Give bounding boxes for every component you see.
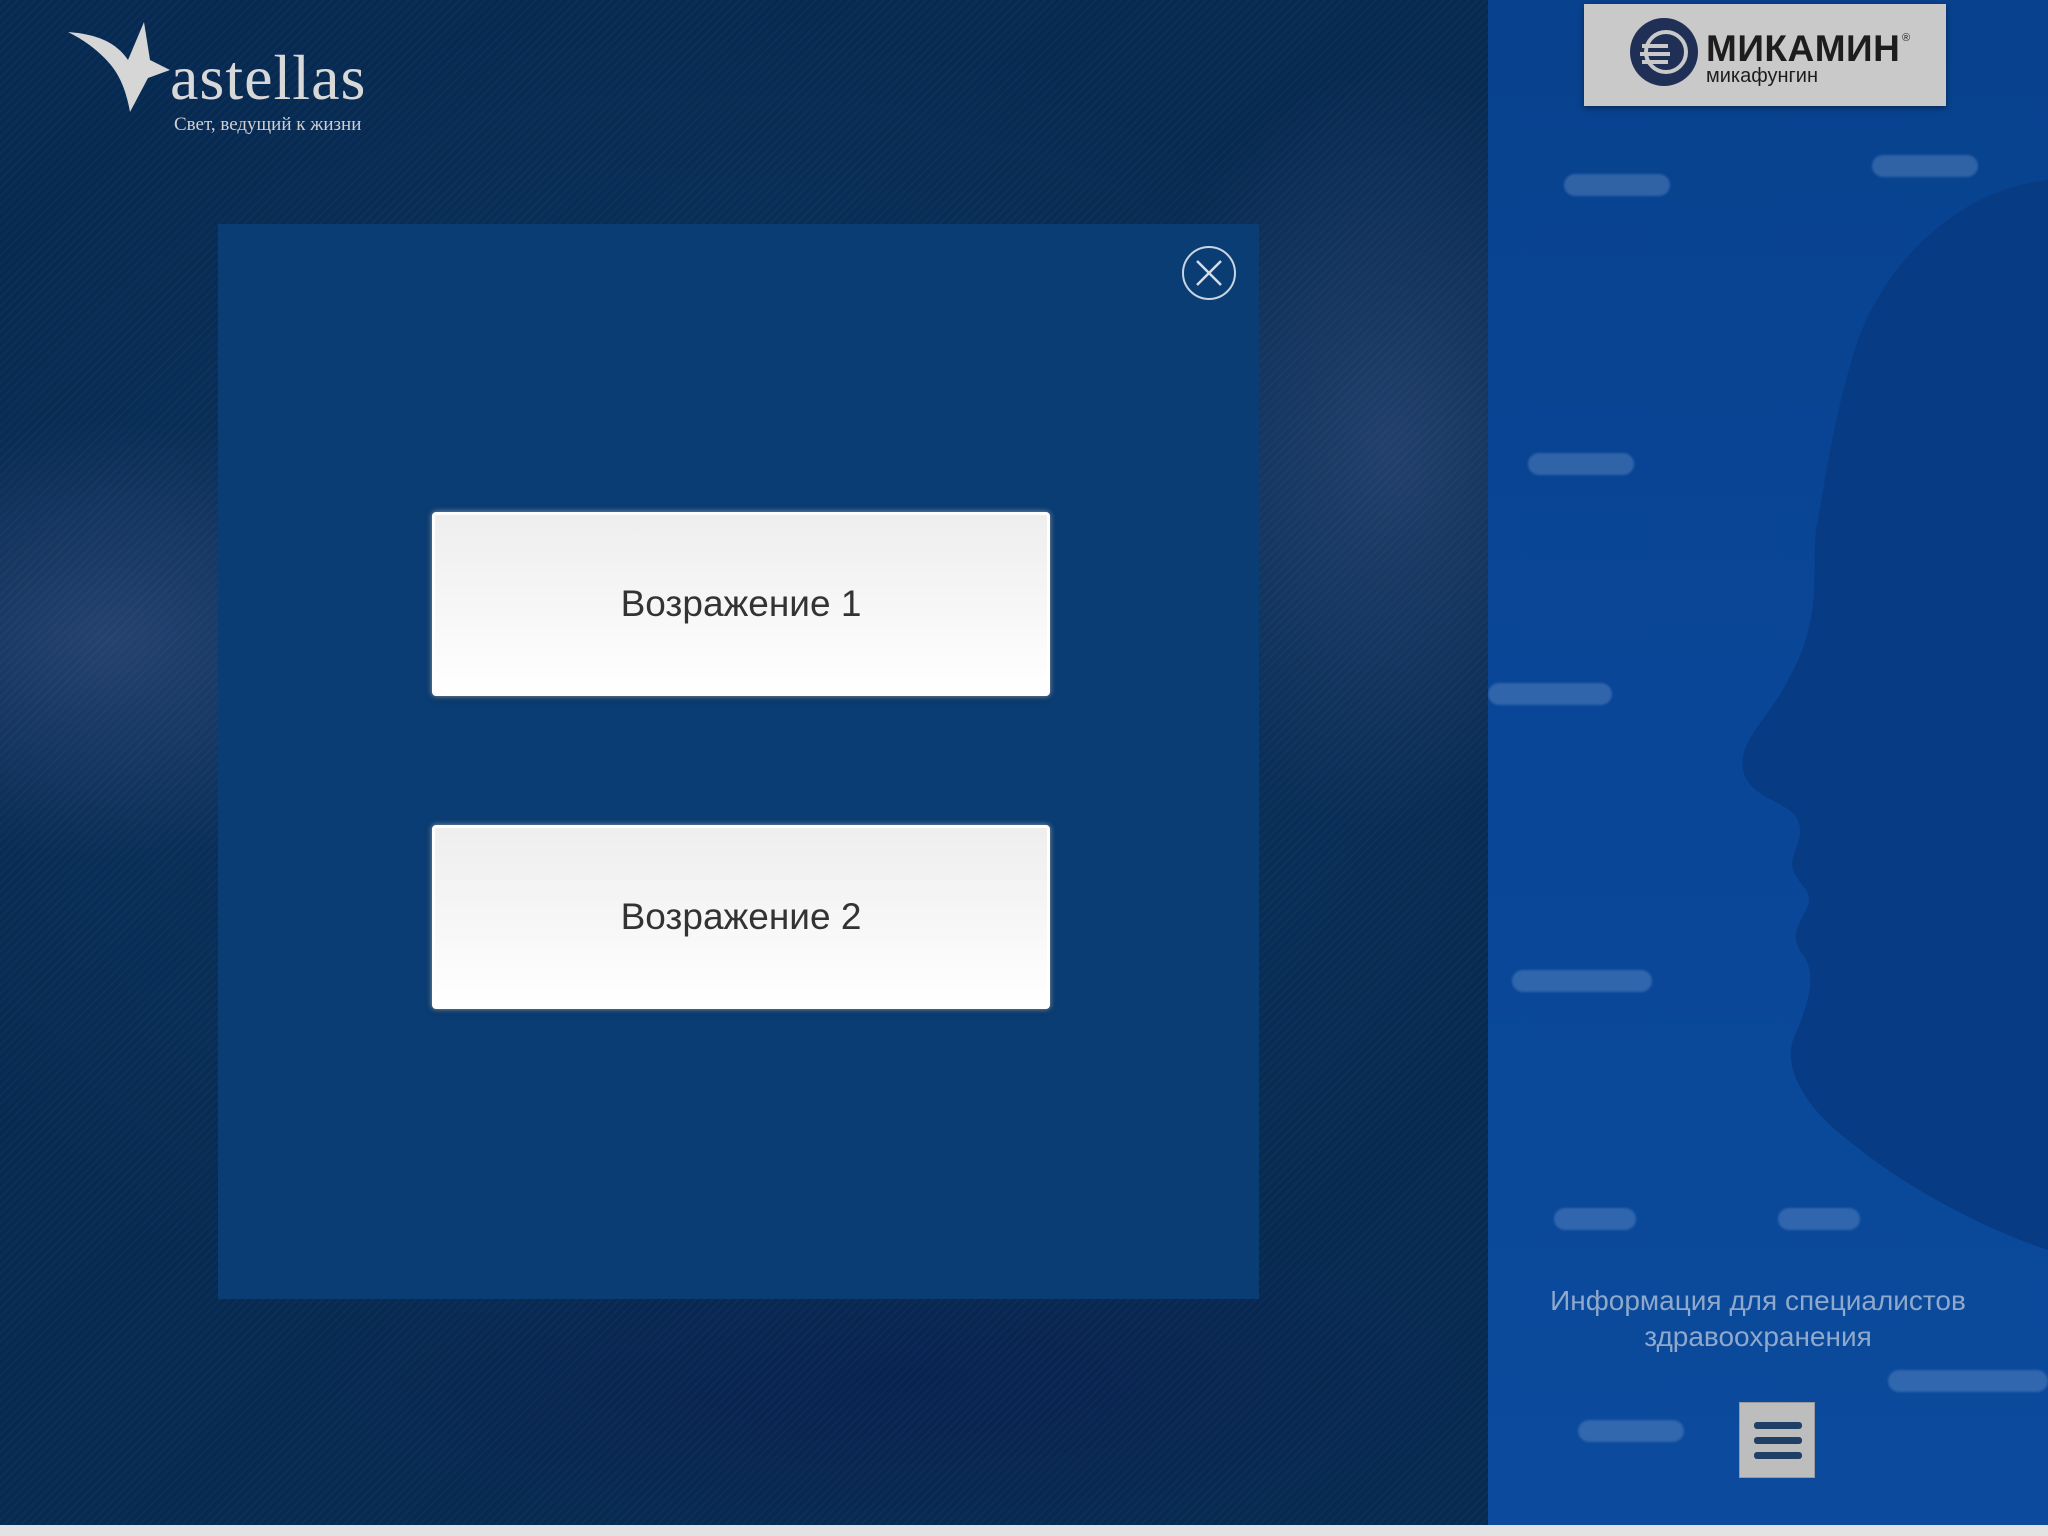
sidebar-panel: МИКАМИН ® микафунгин Информация для спец… xyxy=(1488,0,2048,1525)
decor-dash xyxy=(1528,453,1634,475)
objection-2-label: Возражение 2 xyxy=(620,896,862,937)
objection-1-button[interactable]: Возражение 1 xyxy=(432,512,1050,696)
close-icon xyxy=(1196,260,1222,286)
objection-1-label: Возражение 1 xyxy=(620,583,862,624)
main-background: astellas Свет, ведущий к жизни Возражени… xyxy=(0,0,1488,1525)
mikamin-logo: МИКАМИН ® микафунгин xyxy=(1584,4,1946,106)
info-line-1: Информация для специалистов xyxy=(1550,1285,1966,1316)
decor-dash xyxy=(1578,1420,1684,1442)
decor-dash xyxy=(1778,1208,1860,1230)
bottom-edge xyxy=(0,1525,2048,1536)
product-name: МИКАМИН xyxy=(1706,28,1901,69)
decor-dash xyxy=(1888,1370,2048,1392)
close-button[interactable] xyxy=(1182,246,1236,300)
star-logo-icon xyxy=(68,22,170,112)
brand-tagline: Свет, ведущий к жизни xyxy=(174,114,362,135)
decor-dash xyxy=(1488,683,1612,705)
app-screen: astellas Свет, ведущий к жизни Возражени… xyxy=(0,0,2048,1525)
objection-modal: Возражение 1 Возражение 2 xyxy=(218,224,1259,1299)
decor-dash xyxy=(1872,155,1978,177)
objection-2-button[interactable]: Возражение 2 xyxy=(432,825,1050,1009)
decor-dash xyxy=(1512,970,1652,992)
info-line-2: здравоохранения xyxy=(1644,1321,1872,1352)
product-subtitle: микафунгин xyxy=(1706,65,1819,87)
decor-dash xyxy=(1554,1208,1636,1230)
mikamin-emblem-icon xyxy=(1630,18,1698,86)
brand-name: astellas xyxy=(170,42,367,113)
astellas-logo: astellas Свет, ведущий к жизни xyxy=(66,20,396,140)
decor-dash xyxy=(1564,174,1670,196)
professional-info-text: Информация для специалистов здравоохране… xyxy=(1528,1283,1988,1355)
menu-button[interactable] xyxy=(1739,1402,1815,1478)
registered-mark: ® xyxy=(1902,32,1911,44)
